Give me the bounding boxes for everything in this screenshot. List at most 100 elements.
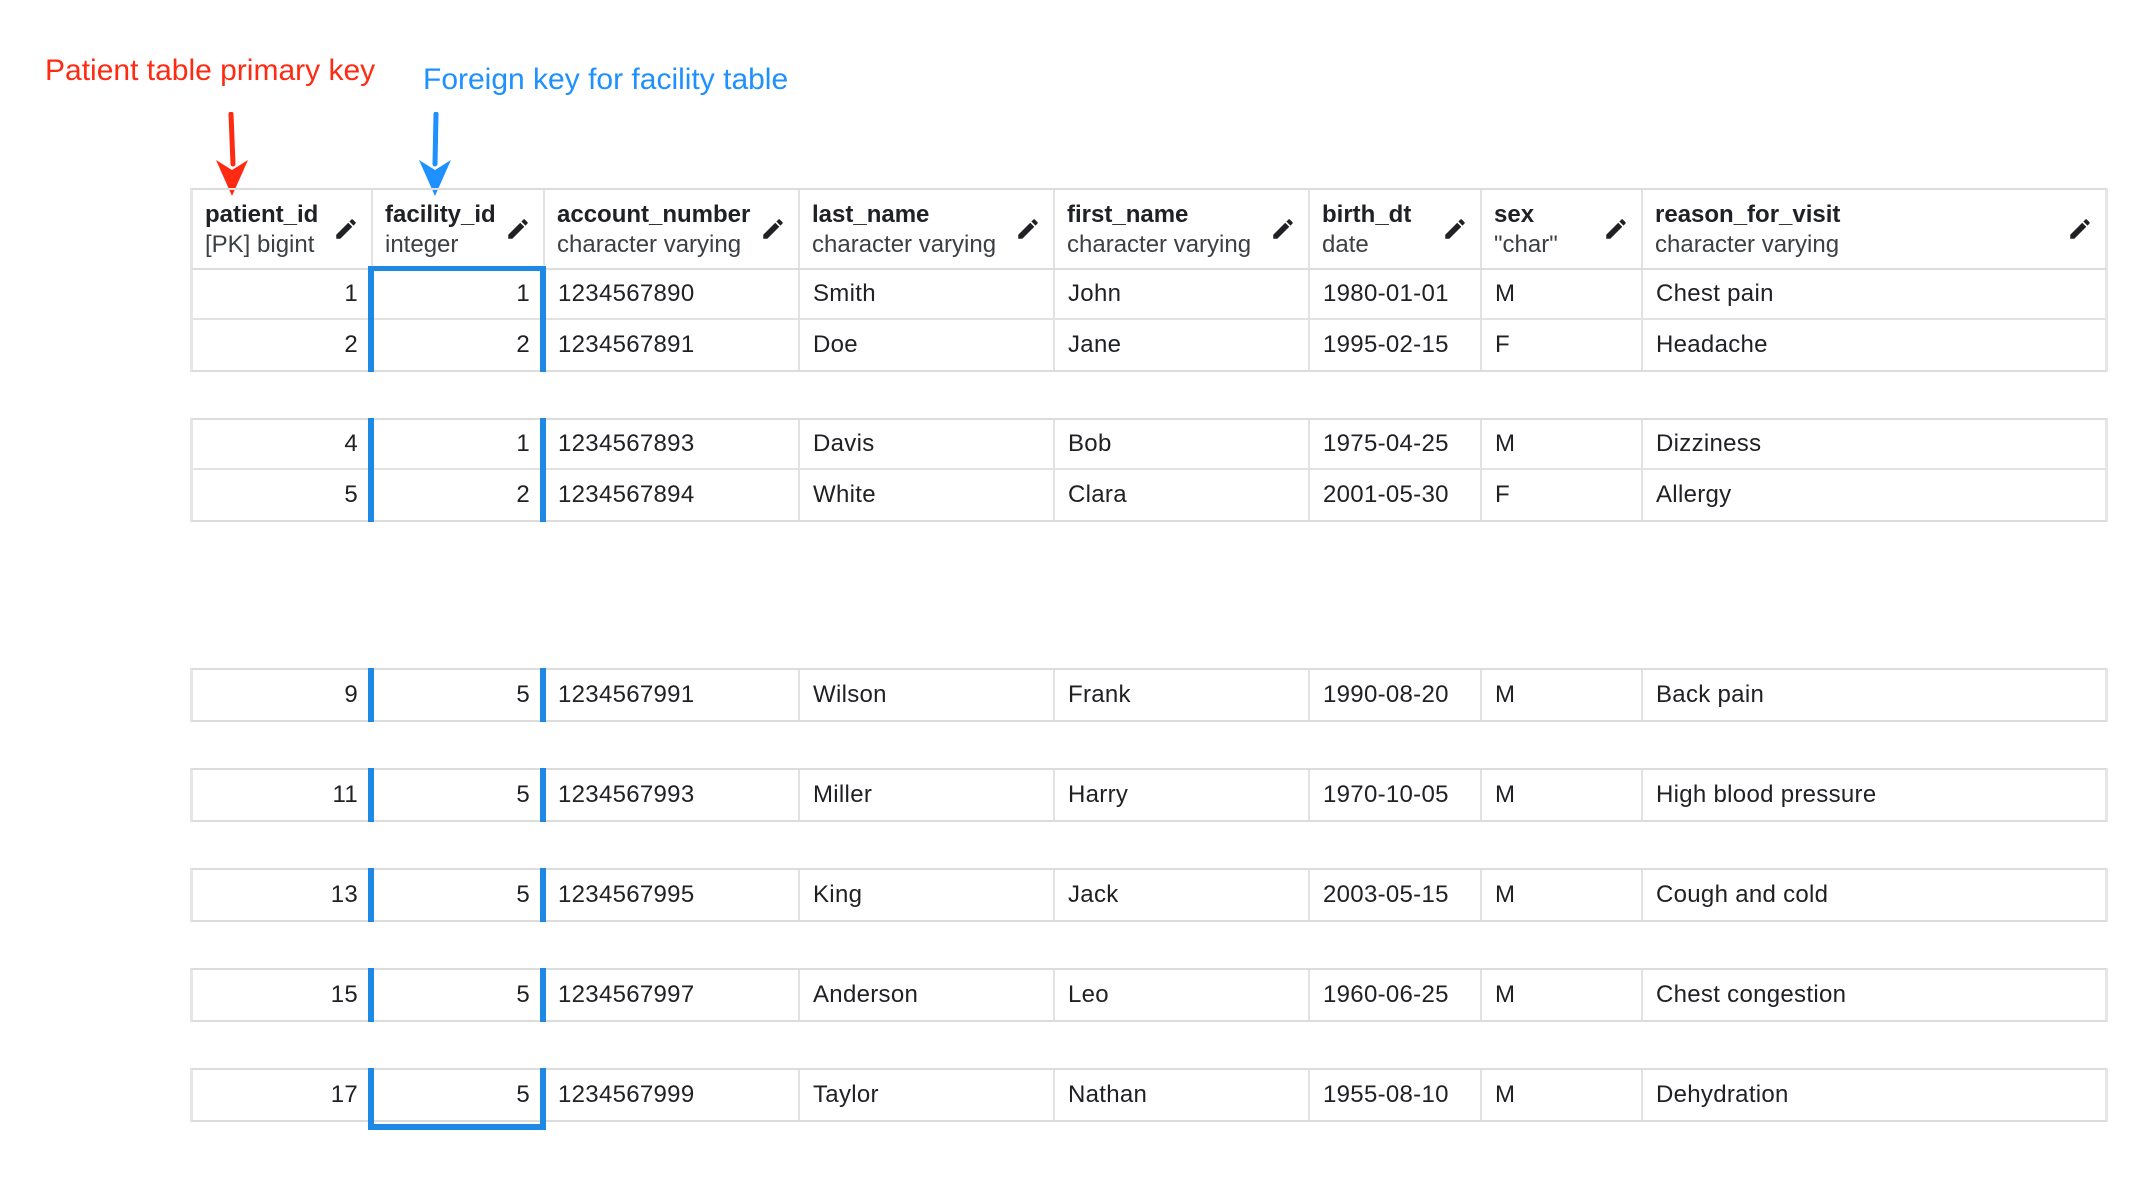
column-header-facility-id[interactable]: facility_id integer <box>371 190 543 268</box>
table-row[interactable]: 13 5 1234567995 King Jack 2003-05-15 M Cough an… <box>193 870 2105 920</box>
table-row[interactable]: 15 5 1234567997 Anderson Leo 1960-06-25 M Chest… <box>193 970 2105 1020</box>
first-name-cell[interactable]: Clara <box>1053 470 1308 520</box>
account-number-cell[interactable]: 1234567894 <box>543 470 798 520</box>
first-name-cell[interactable]: Jane <box>1053 320 1308 370</box>
sex-cell[interactable]: M <box>1480 670 1641 720</box>
last-name-cell[interactable]: White <box>798 470 1053 520</box>
first-name-cell[interactable]: Frank <box>1053 670 1308 720</box>
birth-dt-cell[interactable]: 2001-05-30 <box>1308 470 1480 520</box>
account-number-cell[interactable]: 1234567999 <box>543 1070 798 1120</box>
pencil-icon[interactable] <box>1270 216 1296 242</box>
patient-id-cell[interactable]: 1 <box>193 270 371 318</box>
facility-id-cell[interactable]: 5 <box>371 970 543 1020</box>
table-fragment: 13 5 1234567995 King Jack 2003-05-15 M Cough an… <box>190 868 2108 922</box>
pencil-icon[interactable] <box>2067 216 2093 242</box>
first-name-cell[interactable]: Jack <box>1053 870 1308 920</box>
last-name-cell[interactable]: Smith <box>798 270 1053 318</box>
account-number-cell[interactable]: 1234567993 <box>543 770 798 820</box>
birth-dt-cell[interactable]: 1990-08-20 <box>1308 670 1480 720</box>
column-header-birth-dt[interactable]: birth_dt date <box>1308 190 1480 268</box>
account-number-cell[interactable]: 1234567991 <box>543 670 798 720</box>
birth-dt-cell[interactable]: 1995-02-15 <box>1308 320 1480 370</box>
table-row[interactable]: 2 2 1234567891 Doe Jane 1995-02-15 F Headache <box>193 320 2105 370</box>
patient-id-cell[interactable]: 15 <box>193 970 371 1020</box>
reason-for-visit-cell[interactable]: Dehydration <box>1641 1070 2105 1120</box>
account-number-cell[interactable]: 1234567997 <box>543 970 798 1020</box>
account-number-cell[interactable]: 1234567891 <box>543 320 798 370</box>
foreign-key-annotation: Foreign key for facility table <box>423 63 789 96</box>
column-header-patient-id[interactable]: patient_id [PK] bigint <box>193 190 371 268</box>
facility-id-cell[interactable]: 5 <box>371 870 543 920</box>
birth-dt-cell[interactable]: 1975-04-25 <box>1308 420 1480 468</box>
patient-id-cell[interactable]: 5 <box>193 470 371 520</box>
column-header-sex[interactable]: sex "char" <box>1480 190 1641 268</box>
reason-for-visit-cell[interactable]: Chest congestion <box>1641 970 2105 1020</box>
sex-cell[interactable]: F <box>1480 470 1641 520</box>
pencil-icon[interactable] <box>1603 216 1629 242</box>
sex-cell[interactable]: M <box>1480 270 1641 318</box>
patient-id-cell[interactable]: 17 <box>193 1070 371 1120</box>
patient-id-cell[interactable]: 11 <box>193 770 371 820</box>
reason-for-visit-cell[interactable]: Headache <box>1641 320 2105 370</box>
column-header-last-name[interactable]: last_name character varying <box>798 190 1053 268</box>
last-name-cell[interactable]: Taylor <box>798 1070 1053 1120</box>
table-row[interactable]: 9 5 1234567991 Wilson Frank 1990-08-20 M Back p… <box>193 670 2105 720</box>
sex-cell[interactable]: M <box>1480 770 1641 820</box>
foreign-key-highlight-line <box>540 868 546 922</box>
account-number-cell[interactable]: 1234567893 <box>543 420 798 468</box>
table-row[interactable]: 5 2 1234567894 White Clara 2001-05-30 F Allergy <box>193 470 2105 520</box>
facility-id-cell[interactable]: 1 <box>371 420 543 468</box>
first-name-cell[interactable]: Nathan <box>1053 1070 1308 1120</box>
sex-cell[interactable]: M <box>1480 1070 1641 1120</box>
reason-for-visit-cell[interactable]: Back pain <box>1641 670 2105 720</box>
last-name-cell[interactable]: Wilson <box>798 670 1053 720</box>
facility-id-cell[interactable]: 5 <box>371 770 543 820</box>
account-number-cell[interactable]: 1234567995 <box>543 870 798 920</box>
facility-id-cell[interactable]: 1 <box>371 270 543 318</box>
facility-id-cell[interactable]: 2 <box>371 470 543 520</box>
pencil-icon[interactable] <box>1442 216 1468 242</box>
last-name-cell[interactable]: Anderson <box>798 970 1053 1020</box>
column-header-account-number[interactable]: account_number character varying <box>543 190 798 268</box>
column-type: character varying <box>1067 231 1252 258</box>
reason-for-visit-cell[interactable]: Allergy <box>1641 470 2105 520</box>
sex-cell[interactable]: M <box>1480 420 1641 468</box>
pencil-icon[interactable] <box>1015 216 1041 242</box>
patient-id-cell[interactable]: 9 <box>193 670 371 720</box>
reason-for-visit-cell[interactable]: Cough and cold <box>1641 870 2105 920</box>
column-header-first-name[interactable]: first_name character varying <box>1053 190 1308 268</box>
account-number-cell[interactable]: 1234567890 <box>543 270 798 318</box>
first-name-cell[interactable]: Leo <box>1053 970 1308 1020</box>
pencil-icon[interactable] <box>333 216 359 242</box>
patient-id-cell[interactable]: 13 <box>193 870 371 920</box>
birth-dt-cell[interactable]: 1955-08-10 <box>1308 1070 1480 1120</box>
facility-id-cell[interactable]: 2 <box>371 320 543 370</box>
last-name-cell[interactable]: King <box>798 870 1053 920</box>
sex-cell[interactable]: M <box>1480 870 1641 920</box>
reason-for-visit-cell[interactable]: Dizziness <box>1641 420 2105 468</box>
birth-dt-cell[interactable]: 1970-10-05 <box>1308 770 1480 820</box>
patient-id-cell[interactable]: 4 <box>193 420 371 468</box>
last-name-cell[interactable]: Miller <box>798 770 1053 820</box>
foreign-key-highlight-line <box>540 268 546 372</box>
birth-dt-cell[interactable]: 1980-01-01 <box>1308 270 1480 318</box>
first-name-cell[interactable]: Harry <box>1053 770 1308 820</box>
reason-for-visit-cell[interactable]: Chest pain <box>1641 270 2105 318</box>
last-name-cell[interactable]: Davis <box>798 420 1053 468</box>
patient-id-cell[interactable]: 2 <box>193 320 371 370</box>
birth-dt-cell[interactable]: 1960-06-25 <box>1308 970 1480 1020</box>
pencil-icon[interactable] <box>760 216 786 242</box>
pencil-icon[interactable] <box>505 216 531 242</box>
facility-id-cell[interactable]: 5 <box>371 670 543 720</box>
reason-for-visit-cell[interactable]: High blood pressure <box>1641 770 2105 820</box>
birth-dt-cell[interactable]: 2003-05-15 <box>1308 870 1480 920</box>
table-row[interactable]: 11 5 1234567993 Miller Harry 1970-10-05 M High … <box>193 770 2105 820</box>
sex-cell[interactable]: M <box>1480 970 1641 1020</box>
first-name-cell[interactable]: Bob <box>1053 420 1308 468</box>
sex-cell[interactable]: F <box>1480 320 1641 370</box>
column-header-reason-for-visit[interactable]: reason_for_visit character varying <box>1641 190 2105 268</box>
last-name-cell[interactable]: Doe <box>798 320 1053 370</box>
table-row[interactable]: 1 1 1234567890 Smith John 1980-01-01 M Chest pa… <box>193 270 2105 320</box>
first-name-cell[interactable]: John <box>1053 270 1308 318</box>
table-row[interactable]: 4 1 1234567893 Davis Bob 1975-04-25 M Dizziness <box>193 420 2105 470</box>
